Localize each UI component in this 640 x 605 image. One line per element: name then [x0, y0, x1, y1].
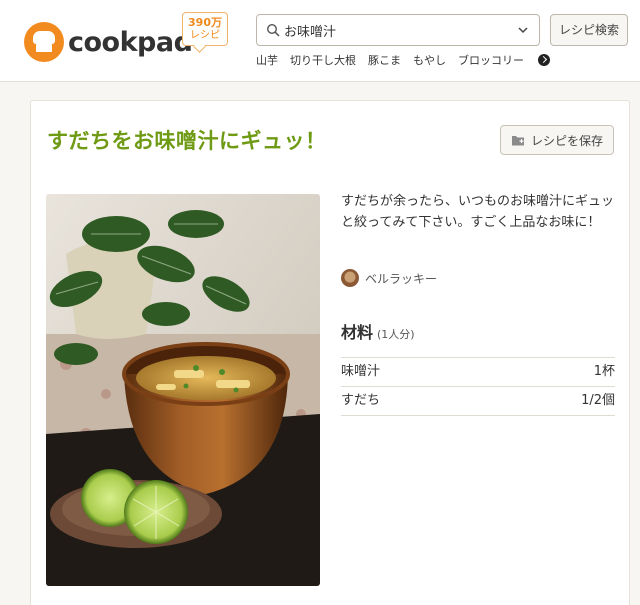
- recipe-description: すだちが余ったら、いつものお味噌汁にギュッと絞ってみて下さい。すごく上品なお味に…: [341, 194, 615, 230]
- author-link[interactable]: ベルラッキー: [341, 269, 437, 287]
- ingredient-row: すだち 1/2個: [341, 387, 615, 416]
- servings: (1人分): [377, 328, 415, 341]
- recipe-photo[interactable]: [46, 194, 320, 586]
- chef-hat-icon: [24, 22, 64, 62]
- recipe-card: すだちをお味噌汁にギュッ！ レシピを保存 すだちが余ったら、いつものお味噌汁にギ…: [30, 100, 630, 605]
- ingredients-heading: 材料 (1人分): [341, 319, 415, 343]
- search-button[interactable]: レシピ検索: [550, 14, 628, 46]
- folder-save-icon: [511, 136, 524, 146]
- miso-soup-photo: [46, 194, 320, 586]
- ingredient-name: すだち: [341, 393, 381, 408]
- site-header: cookpad 390万 レシピ お味噌汁 レシピ検索 山芋 切り干し大根 豚こ…: [0, 0, 640, 82]
- keyword-link[interactable]: 豚こま: [368, 52, 401, 68]
- keyword-link[interactable]: 切り干し大根: [290, 52, 356, 68]
- more-keywords-icon[interactable]: [538, 54, 550, 66]
- logo-text: cookpad: [68, 26, 193, 58]
- ingredient-name: 味噌汁: [341, 364, 381, 379]
- save-recipe-label: レシピを保存: [530, 133, 603, 148]
- chevron-down-icon[interactable]: [517, 24, 529, 36]
- search-icon: [266, 23, 280, 37]
- search-query: お味噌汁: [284, 24, 337, 40]
- badge-unit: レシピ: [190, 30, 220, 41]
- ingredients-list: 味噌汁 1杯 すだち 1/2個: [341, 357, 615, 416]
- avatar: [341, 269, 359, 287]
- keyword-link[interactable]: 山芋: [256, 52, 278, 68]
- save-recipe-button[interactable]: レシピを保存: [500, 125, 614, 155]
- author-name: ベルラッキー: [365, 271, 438, 286]
- badge-count: 390万: [188, 16, 222, 29]
- popular-keywords: 山芋 切り干し大根 豚こま もやし ブロッコリー: [256, 52, 550, 68]
- cookpad-logo[interactable]: cookpad: [24, 22, 193, 62]
- ingredients-title: 材料: [341, 323, 374, 342]
- search-input[interactable]: お味噌汁: [256, 14, 540, 46]
- keyword-link[interactable]: ブロッコリー: [458, 52, 524, 68]
- recipe-count-badge: 390万 レシピ: [182, 12, 228, 46]
- ingredient-row: 味噌汁 1杯: [341, 358, 615, 387]
- ingredient-amount: 1杯: [593, 364, 615, 379]
- keyword-link[interactable]: もやし: [413, 52, 446, 68]
- recipe-title: すだちをお味噌汁にギュッ！: [47, 129, 327, 153]
- ingredient-amount: 1/2個: [581, 393, 615, 408]
